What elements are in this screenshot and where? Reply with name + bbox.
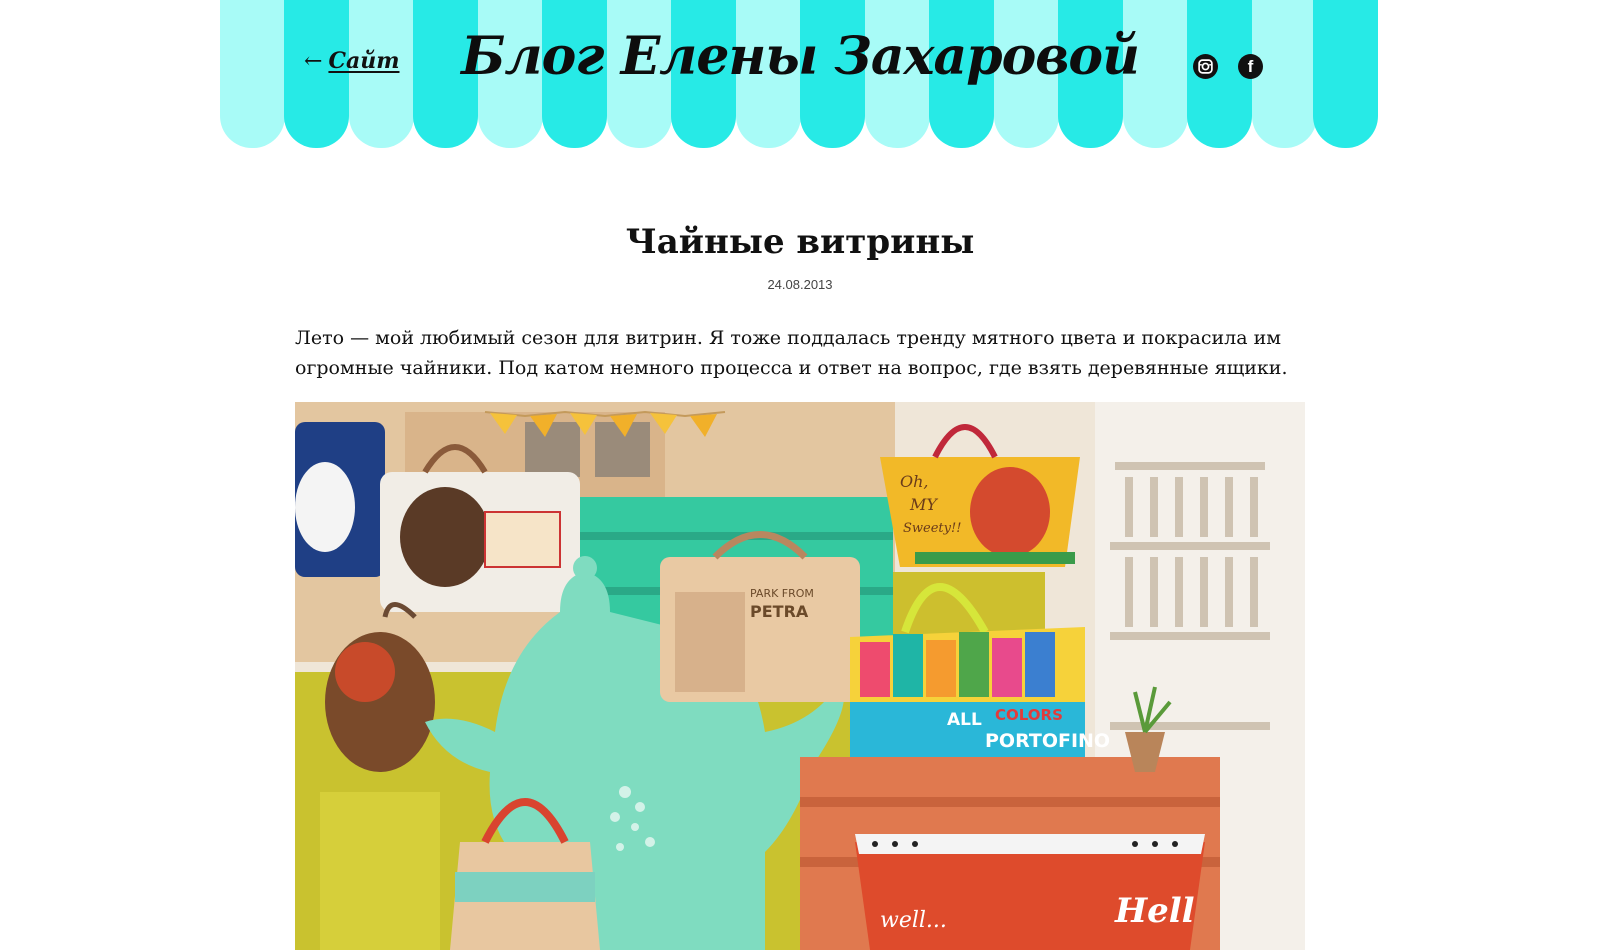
bag-text-well: well... [880, 908, 947, 933]
back-to-site-link[interactable]: ← Сайт [304, 48, 399, 74]
shop-window-photo: PARK FROM PETRA Oh, MY Sweety!! ALL COLO… [295, 402, 1305, 950]
bag-text-my: MY [909, 495, 938, 514]
bag-text-all: ALL [947, 710, 982, 730]
bag-text-colors: COLORS [995, 706, 1063, 724]
back-link-label: Сайт [328, 48, 400, 74]
instagram-icon[interactable] [1193, 54, 1218, 79]
blog-title[interactable]: Блог Елены Захаровой [440, 26, 1160, 87]
facebook-icon[interactable]: f [1238, 54, 1263, 79]
bag-text-sweety: Sweety!! [903, 521, 961, 536]
post-title[interactable]: Чайные витрины [0, 222, 1600, 262]
post-date: 24.08.2013 [767, 277, 833, 292]
post-intro: Лето — мой любимый сезон для витрин. Я т… [295, 327, 1288, 379]
bag-text-hello: Hell [1114, 891, 1195, 931]
bag-text-petra: PETRA [750, 602, 809, 621]
bag-text-portofino: PORTOFINO [985, 730, 1110, 752]
post-photo[interactable]: PARK FROM PETRA Oh, MY Sweety!! ALL COLO… [295, 402, 1305, 950]
arrow-left-icon: ← [304, 48, 323, 74]
facebook-glyph: f [1247, 56, 1254, 76]
bag-text-park-from: PARK FROM [750, 587, 814, 600]
bag-text-oh: Oh, [900, 472, 929, 491]
